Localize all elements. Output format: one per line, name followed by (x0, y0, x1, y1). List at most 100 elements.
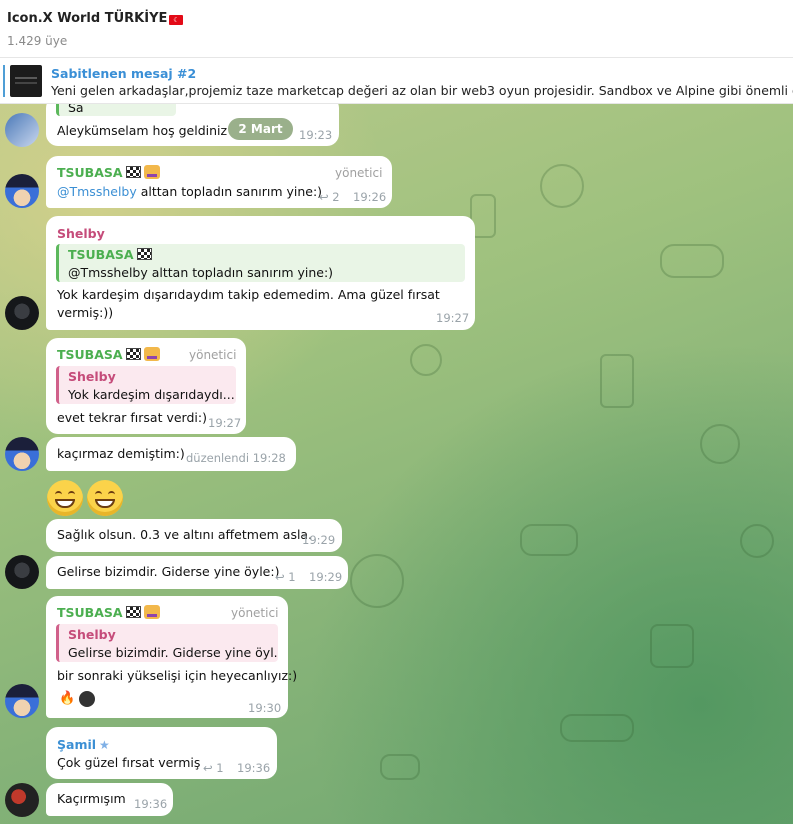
checkered-flag-icon (125, 166, 141, 178)
turkey-flag-icon: ☾ (169, 15, 184, 25)
message-text-line1: Yok kardeşim dışarıdaydım takip edemedim… (57, 287, 440, 302)
quote-sender: TSUBASA (68, 247, 152, 262)
chat-title-text: Icon.X World TÜRKİYE (7, 11, 168, 26)
reaction-avatar[interactable] (79, 691, 95, 707)
message-text: Çok güzel fırsat vermiş (57, 755, 201, 770)
message-bubble[interactable]: TSUBASA yönetici Shelby Yok kardeşim dış… (46, 338, 246, 434)
reply-arrow-icon: ↩ (203, 761, 213, 775)
avatar[interactable] (5, 174, 39, 208)
message-time: 19:27 (436, 311, 470, 325)
reply-count-value: 1 (288, 570, 296, 584)
avatar[interactable] (5, 296, 39, 330)
quote-sender: Shelby (68, 369, 116, 384)
quote-text: @Tmsshelby alttan topladın sanırım yine:… (68, 265, 334, 280)
message-bubble[interactable]: Kaçırmışım 19:36 (46, 783, 173, 816)
sender-name[interactable]: TSUBASA (57, 347, 160, 362)
grinning-face-emoji-icon (87, 480, 123, 516)
message-bubble[interactable]: Gelirse bizimdir. Giderse yine öyle:) ↩ … (46, 556, 348, 589)
checkered-flag-icon (125, 348, 141, 360)
message-text-line2: vermiş:)) (57, 305, 114, 320)
message-time: 19:23 (299, 128, 333, 142)
doodle-shape (600, 354, 634, 408)
date-pill: 2 Mart (228, 118, 293, 140)
sender-name[interactable]: TSUBASA (57, 165, 160, 180)
chat-title[interactable]: Icon.X World TÜRKİYE ☾ (7, 11, 184, 26)
pinned-title: Sabitlenen mesaj #2 (51, 66, 197, 81)
message-bubble[interactable]: Şamil ★ Çok güzel fırsat vermiş ↩ 1 19:36 (46, 727, 277, 779)
reply-count[interactable]: ↩ 1 (203, 761, 224, 775)
message-bubble[interactable]: TSUBASA yönetici @Tmsshelby alttan topla… (46, 156, 392, 208)
pinned-text: Yeni gelen arkadaşlar,projemiz taze mark… (51, 83, 793, 98)
quote-sender-text: TSUBASA (68, 247, 134, 262)
message-bubble[interactable]: Sağlık olsun. 0.3 ve altını affetmem asl… (46, 519, 342, 552)
reply-arrow-icon: ↩ (275, 570, 285, 584)
pinned-thumbnail (10, 65, 42, 97)
reply-quote[interactable]: Shelby Yok kardeşim dışarıdaydı... (56, 366, 236, 404)
avatar[interactable] (5, 684, 39, 718)
message-text: bir sonraki yükselişi için heyecanlıyız:… (57, 668, 298, 683)
avatar[interactable] (5, 113, 39, 147)
sticker-badge-icon (143, 347, 160, 361)
message-time: 19:30 (248, 701, 282, 715)
avatar[interactable] (5, 783, 39, 817)
admin-role: yönetici (335, 166, 383, 180)
sender-name-text: TSUBASA (57, 605, 123, 620)
message-time: 19:36 (237, 761, 271, 775)
doodle-shape (650, 624, 694, 668)
reply-count[interactable]: ↩ 2 (319, 190, 340, 204)
chat-header[interactable]: Icon.X World TÜRKİYE ☾ 1.429 üye (0, 0, 793, 58)
reply-count-value: 1 (216, 761, 224, 775)
reply-quote[interactable]: TSUBASA @Tmsshelby alttan topladın sanır… (56, 244, 465, 282)
message-text: Sağlık olsun. 0.3 ve altını affetmem asl… (57, 527, 313, 542)
doodle-shape (540, 164, 584, 208)
sender-name-text: TSUBASA (57, 347, 123, 362)
message-bubble[interactable]: kaçırmaz demiştim:) düzenlendi 19:28 (46, 437, 296, 471)
sender-name-text: TSUBASA (57, 165, 123, 180)
sender-name[interactable]: Shelby (57, 226, 105, 241)
quote-text: Gelirse bizimdir. Giderse yine öyl... (68, 645, 278, 660)
sender-name-text: Şamil (57, 737, 97, 752)
reply-count[interactable]: ↩ 1 (275, 570, 296, 584)
admin-role: yönetici (231, 606, 279, 620)
message-time: 19:29 (309, 570, 343, 584)
doodle-shape (560, 714, 634, 742)
quote-sender: Shelby (68, 627, 116, 642)
message-text: Aleykümselam hoş geldiniz (57, 123, 228, 138)
premium-star-icon: ★ (99, 738, 110, 752)
pinned-message-bar[interactable]: Sabitlenen mesaj #2 Yeni gelen arkadaşla… (0, 59, 793, 104)
doodle-shape (520, 524, 578, 556)
message-text: kaçırmaz demiştim:) (57, 446, 185, 461)
doodle-shape (700, 424, 740, 464)
reply-arrow-icon: ↩ (319, 190, 329, 204)
message-time: 19:36 (134, 797, 168, 811)
doodle-shape (660, 244, 724, 278)
message-bubble[interactable]: TSUBASA yönetici Shelby Gelirse bizimdir… (46, 596, 297, 718)
user-mention[interactable]: @Tmsshelby (57, 184, 137, 199)
avatar[interactable] (5, 437, 39, 471)
pinned-indicator (3, 65, 5, 97)
message-bubble[interactable]: Shelby TSUBASA @Tmsshelby alttan topladı… (46, 216, 475, 330)
message-time: 19:29 (302, 533, 336, 547)
doodle-shape (380, 754, 420, 780)
reply-count-value: 2 (332, 190, 340, 204)
checkered-flag-icon (136, 248, 152, 260)
fire-reaction-icon[interactable]: 🔥 (59, 691, 75, 706)
doodle-shape (410, 344, 442, 376)
doodle-shape (740, 524, 774, 558)
message-text: @Tmsshelby alttan topladın sanırım yine:… (57, 183, 322, 201)
doodle-shape (350, 554, 404, 608)
reply-quote[interactable]: Sa (56, 102, 176, 116)
message-text: Gelirse bizimdir. Giderse yine öyle:) (57, 564, 280, 579)
message-text: Kaçırmışım (57, 791, 126, 806)
sticker-badge-icon (143, 605, 160, 619)
message-time: 19:26 (353, 190, 387, 204)
message-text-body: alttan topladın sanırım yine:) (136, 184, 323, 199)
reply-quote[interactable]: Shelby Gelirse bizimdir. Giderse yine öy… (56, 624, 278, 662)
sticker-badge-icon (143, 165, 160, 179)
message-time: 19:27 (208, 416, 242, 430)
sender-name[interactable]: Şamil ★ (57, 737, 110, 752)
message-time: düzenlendi 19:28 (186, 451, 286, 465)
sender-name[interactable]: TSUBASA (57, 605, 160, 620)
grinning-face-emoji-icon (47, 480, 83, 516)
avatar[interactable] (5, 555, 39, 589)
